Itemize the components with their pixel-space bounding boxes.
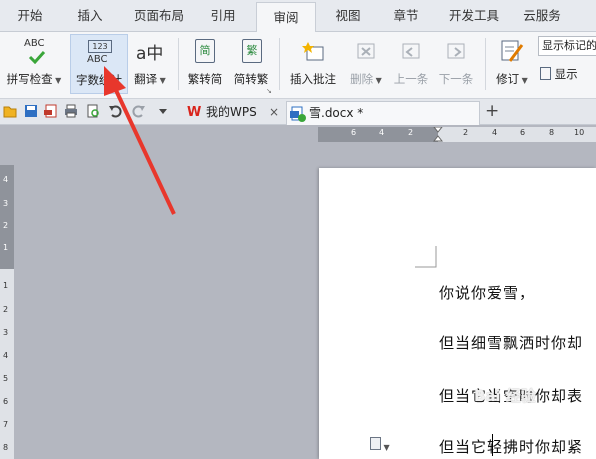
annotation-arrow: [104, 66, 176, 215]
